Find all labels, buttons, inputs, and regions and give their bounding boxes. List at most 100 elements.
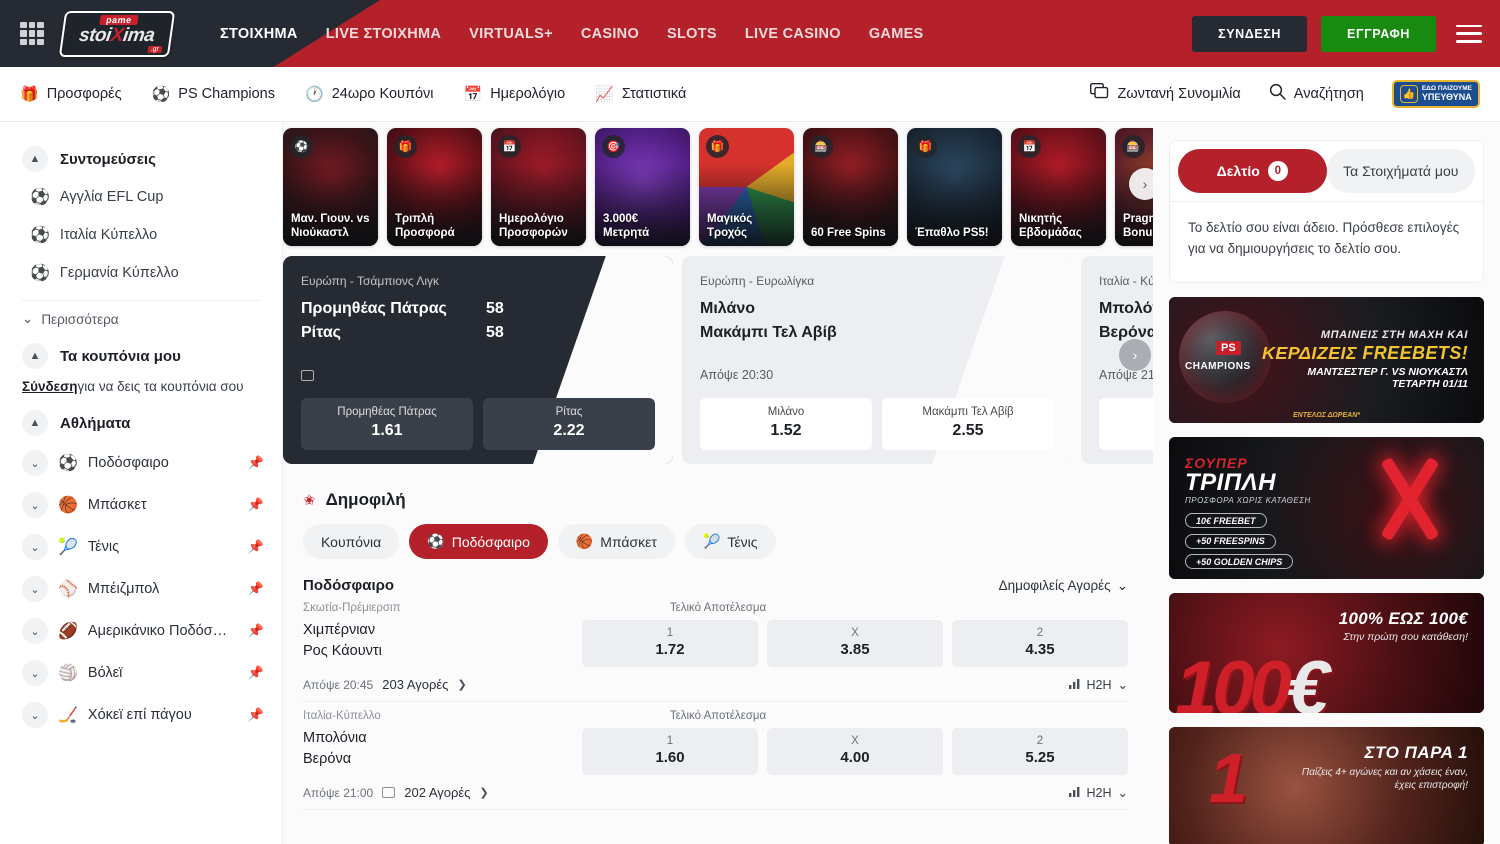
- site-logo[interactable]: pame stoiXima .gr: [62, 11, 172, 57]
- subnav-item-calendar[interactable]: 📅 Ημερολόγιο: [464, 86, 566, 102]
- chevron-up-icon: ▲: [22, 146, 48, 172]
- promo-tile[interactable]: 🎁 Μαγικός Τροχός: [699, 128, 794, 246]
- sidebar-section-sports[interactable]: ▲ Αθλήματα: [0, 404, 282, 442]
- promo-banner-super-tripli[interactable]: ΣΟΥΠΕΡ ΤΡΙΠΛΗ ΠΡΟΣΦΟΡΑ ΧΩΡΙΣ ΚΑΤΑΘΕΣΗ 10…: [1169, 437, 1484, 579]
- chevron-down-icon[interactable]: ⌄: [22, 660, 48, 686]
- register-button[interactable]: ΕΓΓΡΑΦΗ: [1321, 16, 1436, 52]
- chevron-down-icon[interactable]: ⌄: [22, 618, 48, 644]
- tab-basketball[interactable]: 🏀 Μπάσκετ: [558, 524, 675, 559]
- odd-button[interactable]: Μακάμπι Τελ Αβίβ 2.55: [882, 398, 1054, 450]
- tab-football[interactable]: ⚽ Ποδόσφαιρο: [409, 524, 548, 559]
- login-button[interactable]: ΣΥΝΔΕΣΗ: [1192, 16, 1307, 52]
- odd-button-1[interactable]: 1 1.60: [582, 728, 758, 775]
- chevron-down-icon[interactable]: ⌄: [22, 450, 48, 476]
- subnav-label: Στατιστικά: [622, 86, 686, 102]
- match-row[interactable]: Σκωτία-Πρέμιερσιπ Τελικό Αποτέλεσμα Χιμπ…: [283, 594, 1153, 702]
- match-markets-count[interactable]: 202 Αγορές: [404, 785, 470, 800]
- live-chat-button[interactable]: Ζωντανή Συνομιλία: [1090, 83, 1240, 105]
- promo-banner-welcome-100[interactable]: 100€ 100% ΕΩΣ 100€ Στην πρώτη σου κατάθε…: [1169, 593, 1484, 713]
- sidebar-item-tennis[interactable]: ⌄ 🎾 Τένις 📌: [0, 526, 282, 568]
- sidebar-item-basketball[interactable]: ⌄ 🏀 Μπάσκετ 📌: [0, 484, 282, 526]
- promo-tile[interactable]: 📅 Νικητής Εβδομάδας: [1011, 128, 1106, 246]
- chevron-right-icon[interactable]: ❯: [457, 678, 466, 691]
- nav-item-games[interactable]: GAMES: [869, 26, 924, 42]
- live-stream-icon[interactable]: [382, 787, 395, 798]
- pin-icon[interactable]: 📌: [248, 497, 264, 513]
- featured-carousel-next-button[interactable]: ›: [1119, 339, 1151, 371]
- hamburger-menu-icon[interactable]: [1456, 25, 1482, 43]
- promo-tile[interactable]: 🎰 60 Free Spins: [803, 128, 898, 246]
- pin-icon[interactable]: 📌: [248, 581, 264, 597]
- odd-button[interactable]: Ρίτας 2.22: [483, 398, 655, 450]
- odd-button-1[interactable]: 1 1.72: [582, 620, 758, 667]
- responsible-gaming-badge[interactable]: 👍 ΕΔΩ ΠΑΙΖΟΥΜΕ ΥΠΕΥΘΥΝΑ: [1392, 80, 1480, 108]
- subnav-item-offers[interactable]: 🎁 Προσφορές: [20, 86, 122, 102]
- tab-coupons[interactable]: Κουπόνια: [303, 524, 399, 559]
- sidebar-item-football[interactable]: ⌄ ⚽ Ποδόσφαιρο 📌: [0, 442, 282, 484]
- shortcut-item-efl-cup[interactable]: ⚽ Αγγλία EFL Cup: [0, 178, 282, 216]
- sidebar-item-ice-hockey[interactable]: ⌄ 🏒 Χόκεϊ επί πάγου 📌: [0, 694, 282, 736]
- promo-tile[interactable]: 🎁 Έπαθλο PS5!: [907, 128, 1002, 246]
- h2h-button[interactable]: H2H ⌄: [1069, 677, 1129, 692]
- promo-tile[interactable]: 🎁 Τριπλή Προσφορά: [387, 128, 482, 246]
- secondary-navigation-bar: 🎁 Προσφορές ⚽ PS Champions 🕐 24ωρο Κουπό…: [0, 67, 1500, 122]
- tab-tennis[interactable]: 🎾 Τένις: [685, 524, 776, 559]
- subnav-item-statistics[interactable]: 📈 Στατιστικά: [595, 86, 686, 102]
- chevron-down-icon[interactable]: ⌄: [22, 534, 48, 560]
- match-markets-count[interactable]: 203 Αγορές: [382, 677, 448, 692]
- pin-icon[interactable]: 📌: [248, 707, 264, 723]
- match-row[interactable]: Ιταλία-Κύπελλο Τελικό Αποτέλεσμα Μπολόνι…: [283, 702, 1153, 810]
- sidebar-item-volleyball[interactable]: ⌄ 🏐 Βόλεϊ 📌: [0, 652, 282, 694]
- tab-betslip[interactable]: Δελτίο 0: [1178, 149, 1327, 193]
- odd-button-x[interactable]: X 3.85: [767, 620, 943, 667]
- odd-button-2[interactable]: 2 4.35: [952, 620, 1128, 667]
- featured-match-card[interactable]: Ευρώπη - Τσάμπιονς Λιγκ Προμηθέας Πάτρας…: [283, 256, 673, 464]
- sidebar-section-my-coupons[interactable]: ▲ Τα κουπόνια μου: [0, 337, 282, 375]
- featured-team-row: Μπολόνια: [1099, 300, 1153, 318]
- login-link[interactable]: Σύνδεση: [22, 379, 78, 394]
- tab-my-bets[interactable]: Τα Στοιχήματά μου: [1327, 149, 1476, 193]
- subnav-item-ps-champions[interactable]: ⚽ PS Champions: [152, 86, 275, 102]
- nav-item-slots[interactable]: SLOTS: [667, 26, 717, 42]
- shortcut-item-germany-cup[interactable]: ⚽ Γερμανία Κύπελλο: [0, 254, 282, 292]
- sidebar-item-baseball[interactable]: ⌄ ⚾ Μπέιζμπολ 📌: [0, 568, 282, 610]
- promo-banner-ps-champions[interactable]: PS CHAMPIONS ΜΠΑΙΝΕΙΣ ΣΤΗ ΜΑΧΗ ΚΑΙ ΚΕΡΔΙ…: [1169, 297, 1484, 423]
- pin-icon[interactable]: 📌: [248, 665, 264, 681]
- nav-item-casino[interactable]: CASINO: [581, 26, 639, 42]
- promo-carousel-next-button[interactable]: ›: [1129, 168, 1153, 200]
- odd-button[interactable]: Προμηθέας Πάτρας 1.61: [301, 398, 473, 450]
- main-content: ⚽ Μαν. Γιουν. vs Νιούκαστλ 🎁 Τριπλή Προσ…: [283, 122, 1153, 844]
- nav-item-live-stoixima[interactable]: LIVE ΣΤΟΙΧΗΜΑ: [326, 26, 441, 42]
- sidebar-section-shortcuts[interactable]: ▲ Συντομεύσεις: [0, 140, 282, 178]
- shortcut-item-italy-cup[interactable]: ⚽ Ιταλία Κύπελλο: [0, 216, 282, 254]
- pin-icon[interactable]: 📌: [248, 623, 264, 639]
- pin-icon[interactable]: 📌: [248, 455, 264, 471]
- nav-item-live-casino[interactable]: LIVE CASINO: [745, 26, 841, 42]
- sidebar-item-american-football[interactable]: ⌄ 🏈 Αμερικάνικο Ποδόσ… 📌: [0, 610, 282, 652]
- chevron-right-icon[interactable]: ❯: [479, 786, 488, 799]
- search-button[interactable]: Αναζήτηση: [1269, 83, 1364, 105]
- promo-banner-sto-para-1[interactable]: 1 ΣΤΟ ΠΑΡΑ 1 Παίζεις 4+ αγώνες και αν χά…: [1169, 727, 1484, 844]
- nav-item-stoixima[interactable]: ΣΤΟΙΧΗΜΑ: [220, 26, 298, 42]
- promo-tile[interactable]: ⚽ Μαν. Γιουν. vs Νιούκαστλ: [283, 128, 378, 246]
- chevron-down-icon[interactable]: ⌄: [22, 492, 48, 518]
- live-stream-icon[interactable]: [301, 370, 655, 384]
- shortcuts-more-button[interactable]: ⌄ Περισσότερα: [0, 301, 282, 337]
- chevron-down-icon: ⌄: [1118, 785, 1128, 800]
- subnav-item-24h-coupon[interactable]: 🕐 24ωρο Κουπόνι: [305, 86, 434, 102]
- odd-button[interactable]: 1 1.60: [1099, 398, 1153, 450]
- odd-button[interactable]: Μιλάνο 1.52: [700, 398, 872, 450]
- chevron-down-icon[interactable]: ⌄: [22, 702, 48, 728]
- odd-button-x[interactable]: X 4.00: [767, 728, 943, 775]
- odd-label: Ρίτας: [489, 406, 649, 418]
- nav-item-virtuals[interactable]: VIRTUALS+: [469, 26, 553, 42]
- chevron-down-icon[interactable]: ⌄: [22, 576, 48, 602]
- h2h-button[interactable]: H2H ⌄: [1069, 785, 1129, 800]
- markets-selector[interactable]: Δημοφιλείς Αγορές ⌄: [999, 578, 1128, 594]
- pin-icon[interactable]: 📌: [248, 539, 264, 555]
- odd-button-2[interactable]: 2 5.25: [952, 728, 1128, 775]
- promo-tile[interactable]: 📅 Ημερολόγιο Προσφορών: [491, 128, 586, 246]
- featured-match-card[interactable]: Ευρώπη - Ευρωλίγκα Μιλάνο Μακάμπι Τελ Αβ…: [682, 256, 1072, 464]
- apps-grid-icon[interactable]: [20, 22, 44, 46]
- promo-tile[interactable]: 🎯 3.000€ Μετρητά: [595, 128, 690, 246]
